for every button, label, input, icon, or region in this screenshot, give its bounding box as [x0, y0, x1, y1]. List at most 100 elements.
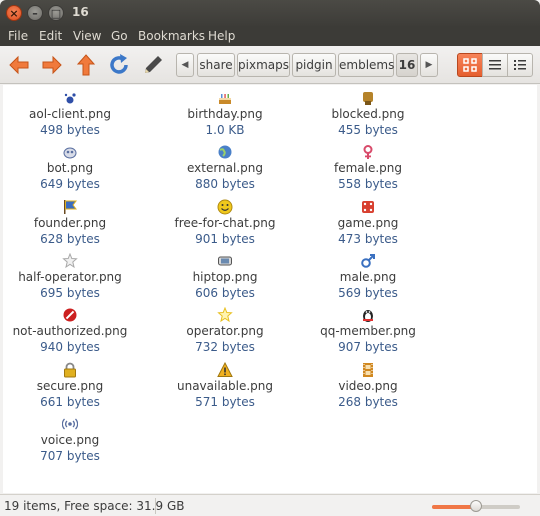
file-size: 455 bytes	[338, 123, 398, 137]
reload-icon	[110, 54, 128, 74]
file-size: 732 bytes	[195, 340, 255, 355]
breadcrumb-16[interactable]: 16	[396, 53, 418, 77]
file-icon-grid[interactable]: aol-client.png 498 bytes birthday.png 1.0 K…	[3, 85, 537, 493]
file-item[interactable]: external.png 880 bytes	[150, 144, 300, 192]
menu-bookmarks[interactable]: Bookmarks	[138, 29, 205, 43]
file-size: 907 bytes	[338, 340, 398, 355]
breadcrumb-scroll-left-button[interactable]: ◀	[176, 53, 194, 77]
blocked-icon	[360, 90, 376, 106]
file-name: external.png	[186, 161, 264, 176]
operator-star-icon	[217, 306, 233, 323]
file-size: 268 bytes	[338, 394, 398, 409]
file-size: 606 bytes	[195, 285, 255, 300]
up-button[interactable]	[74, 53, 98, 77]
file-size: 628 bytes	[40, 231, 100, 246]
not-authorized-icon	[62, 307, 78, 323]
file-size: 661 bytes	[40, 394, 100, 409]
file-size: 558 bytes	[338, 177, 398, 192]
file-size: 707 bytes	[40, 448, 100, 463]
menu-file[interactable]: File	[8, 29, 28, 43]
male-icon	[360, 253, 376, 269]
file-item[interactable]: hiptop.png 606 bytes	[150, 253, 300, 301]
file-name: video.png	[338, 378, 398, 393]
compact-view-button[interactable]	[507, 53, 533, 77]
file-size: 1.0 KB	[205, 123, 245, 137]
forward-button[interactable]	[40, 53, 64, 77]
title-bar[interactable]: × – □ 16	[0, 0, 540, 26]
breadcrumb-share[interactable]: share	[197, 53, 235, 77]
file-item[interactable]: birthday.png 1.0 KB	[150, 90, 300, 138]
half-operator-star-icon	[62, 252, 78, 269]
female-icon	[360, 144, 376, 160]
file-item[interactable]: bot.png 649 bytes	[0, 144, 145, 192]
breadcrumb-pixmaps[interactable]: pixmaps	[237, 53, 290, 77]
birthday-cake-icon	[217, 90, 233, 106]
file-item[interactable]: blocked.png 455 bytes	[293, 90, 443, 138]
file-name: half-operator.png	[18, 269, 122, 284]
toolbar: ◀ share pixmaps pidgin emblems 16 ▶	[0, 46, 540, 84]
pencil-icon	[145, 56, 162, 73]
file-name: operator.png	[186, 324, 264, 339]
file-item[interactable]: free-for-chat.png 901 bytes	[150, 199, 300, 247]
file-name: qq-member.png	[320, 324, 416, 339]
zoom-slider-handle[interactable]	[470, 500, 482, 512]
file-name: not-authorized.png	[12, 324, 128, 339]
bot-icon	[62, 144, 78, 160]
icon-view-button[interactable]	[457, 53, 483, 77]
file-item[interactable]: male.png 569 bytes	[293, 253, 443, 301]
lock-icon	[62, 362, 78, 378]
file-item[interactable]: operator.png 732 bytes	[150, 306, 300, 355]
close-window-button[interactable]: ×	[6, 5, 22, 21]
minimize-window-button[interactable]: –	[27, 5, 43, 21]
file-size: 473 bytes	[338, 231, 398, 246]
file-item[interactable]: founder.png 628 bytes	[0, 199, 145, 247]
film-icon	[360, 362, 376, 378]
hiptop-device-icon	[217, 253, 233, 269]
file-size: 498 bytes	[40, 123, 100, 137]
external-globe-icon	[217, 144, 233, 160]
file-manager-window: × – □ 16 File Edit View Go Bookmarks Hel…	[0, 0, 540, 516]
arrow-left-icon	[9, 55, 29, 75]
menu-view[interactable]: View	[73, 29, 101, 43]
file-item[interactable]: secure.png 661 bytes	[0, 362, 145, 410]
file-item[interactable]: qq-member.png 907 bytes	[293, 307, 443, 355]
edit-location-button[interactable]	[141, 53, 165, 77]
back-button[interactable]	[7, 53, 31, 77]
menu-edit[interactable]: Edit	[39, 29, 62, 43]
file-name: blocked.png	[331, 107, 405, 121]
menu-go[interactable]: Go	[111, 29, 128, 43]
menu-bar: File Edit View Go Bookmarks Help	[0, 26, 540, 46]
file-item[interactable]: not-authorized.png 940 bytes	[0, 307, 145, 355]
menu-help[interactable]: Help	[208, 29, 235, 43]
compact-view-icon	[514, 60, 526, 70]
warning-icon	[217, 361, 233, 378]
file-size: 880 bytes	[195, 177, 255, 192]
icon-view-icon	[463, 58, 477, 72]
file-item[interactable]: voice.png 707 bytes	[0, 416, 145, 464]
file-name: bot.png	[46, 161, 94, 176]
founder-flag-icon	[62, 199, 78, 215]
file-item[interactable]: video.png 268 bytes	[293, 362, 443, 410]
maximize-window-button[interactable]: □	[48, 5, 64, 21]
file-size: 901 bytes	[195, 231, 255, 246]
list-view-button[interactable]	[482, 53, 508, 77]
file-item[interactable]: half-operator.png 695 bytes	[0, 252, 145, 301]
file-name: aol-client.png	[29, 107, 111, 121]
file-name: founder.png	[33, 215, 107, 230]
breadcrumb-scroll-right-button[interactable]: ▶	[420, 53, 438, 77]
breadcrumb-emblems[interactable]: emblems	[338, 53, 394, 77]
breadcrumb-pidgin[interactable]: pidgin	[292, 53, 336, 77]
file-size: 571 bytes	[195, 394, 255, 409]
file-item[interactable]: game.png 473 bytes	[293, 199, 443, 247]
reload-button[interactable]	[107, 53, 131, 77]
game-dice-icon	[360, 199, 376, 215]
file-name: male.png	[339, 269, 397, 284]
status-text: 19 items, Free space: 31.9 GB	[4, 499, 185, 513]
file-item[interactable]: female.png 558 bytes	[293, 144, 443, 192]
file-item[interactable]: unavailable.png 571 bytes	[150, 361, 300, 410]
arrow-up-icon	[76, 54, 96, 76]
status-separator	[155, 498, 156, 514]
file-item[interactable]: aol-client.png 498 bytes	[0, 90, 145, 138]
zoom-slider[interactable]	[432, 500, 520, 512]
voice-waves-icon	[61, 416, 79, 432]
